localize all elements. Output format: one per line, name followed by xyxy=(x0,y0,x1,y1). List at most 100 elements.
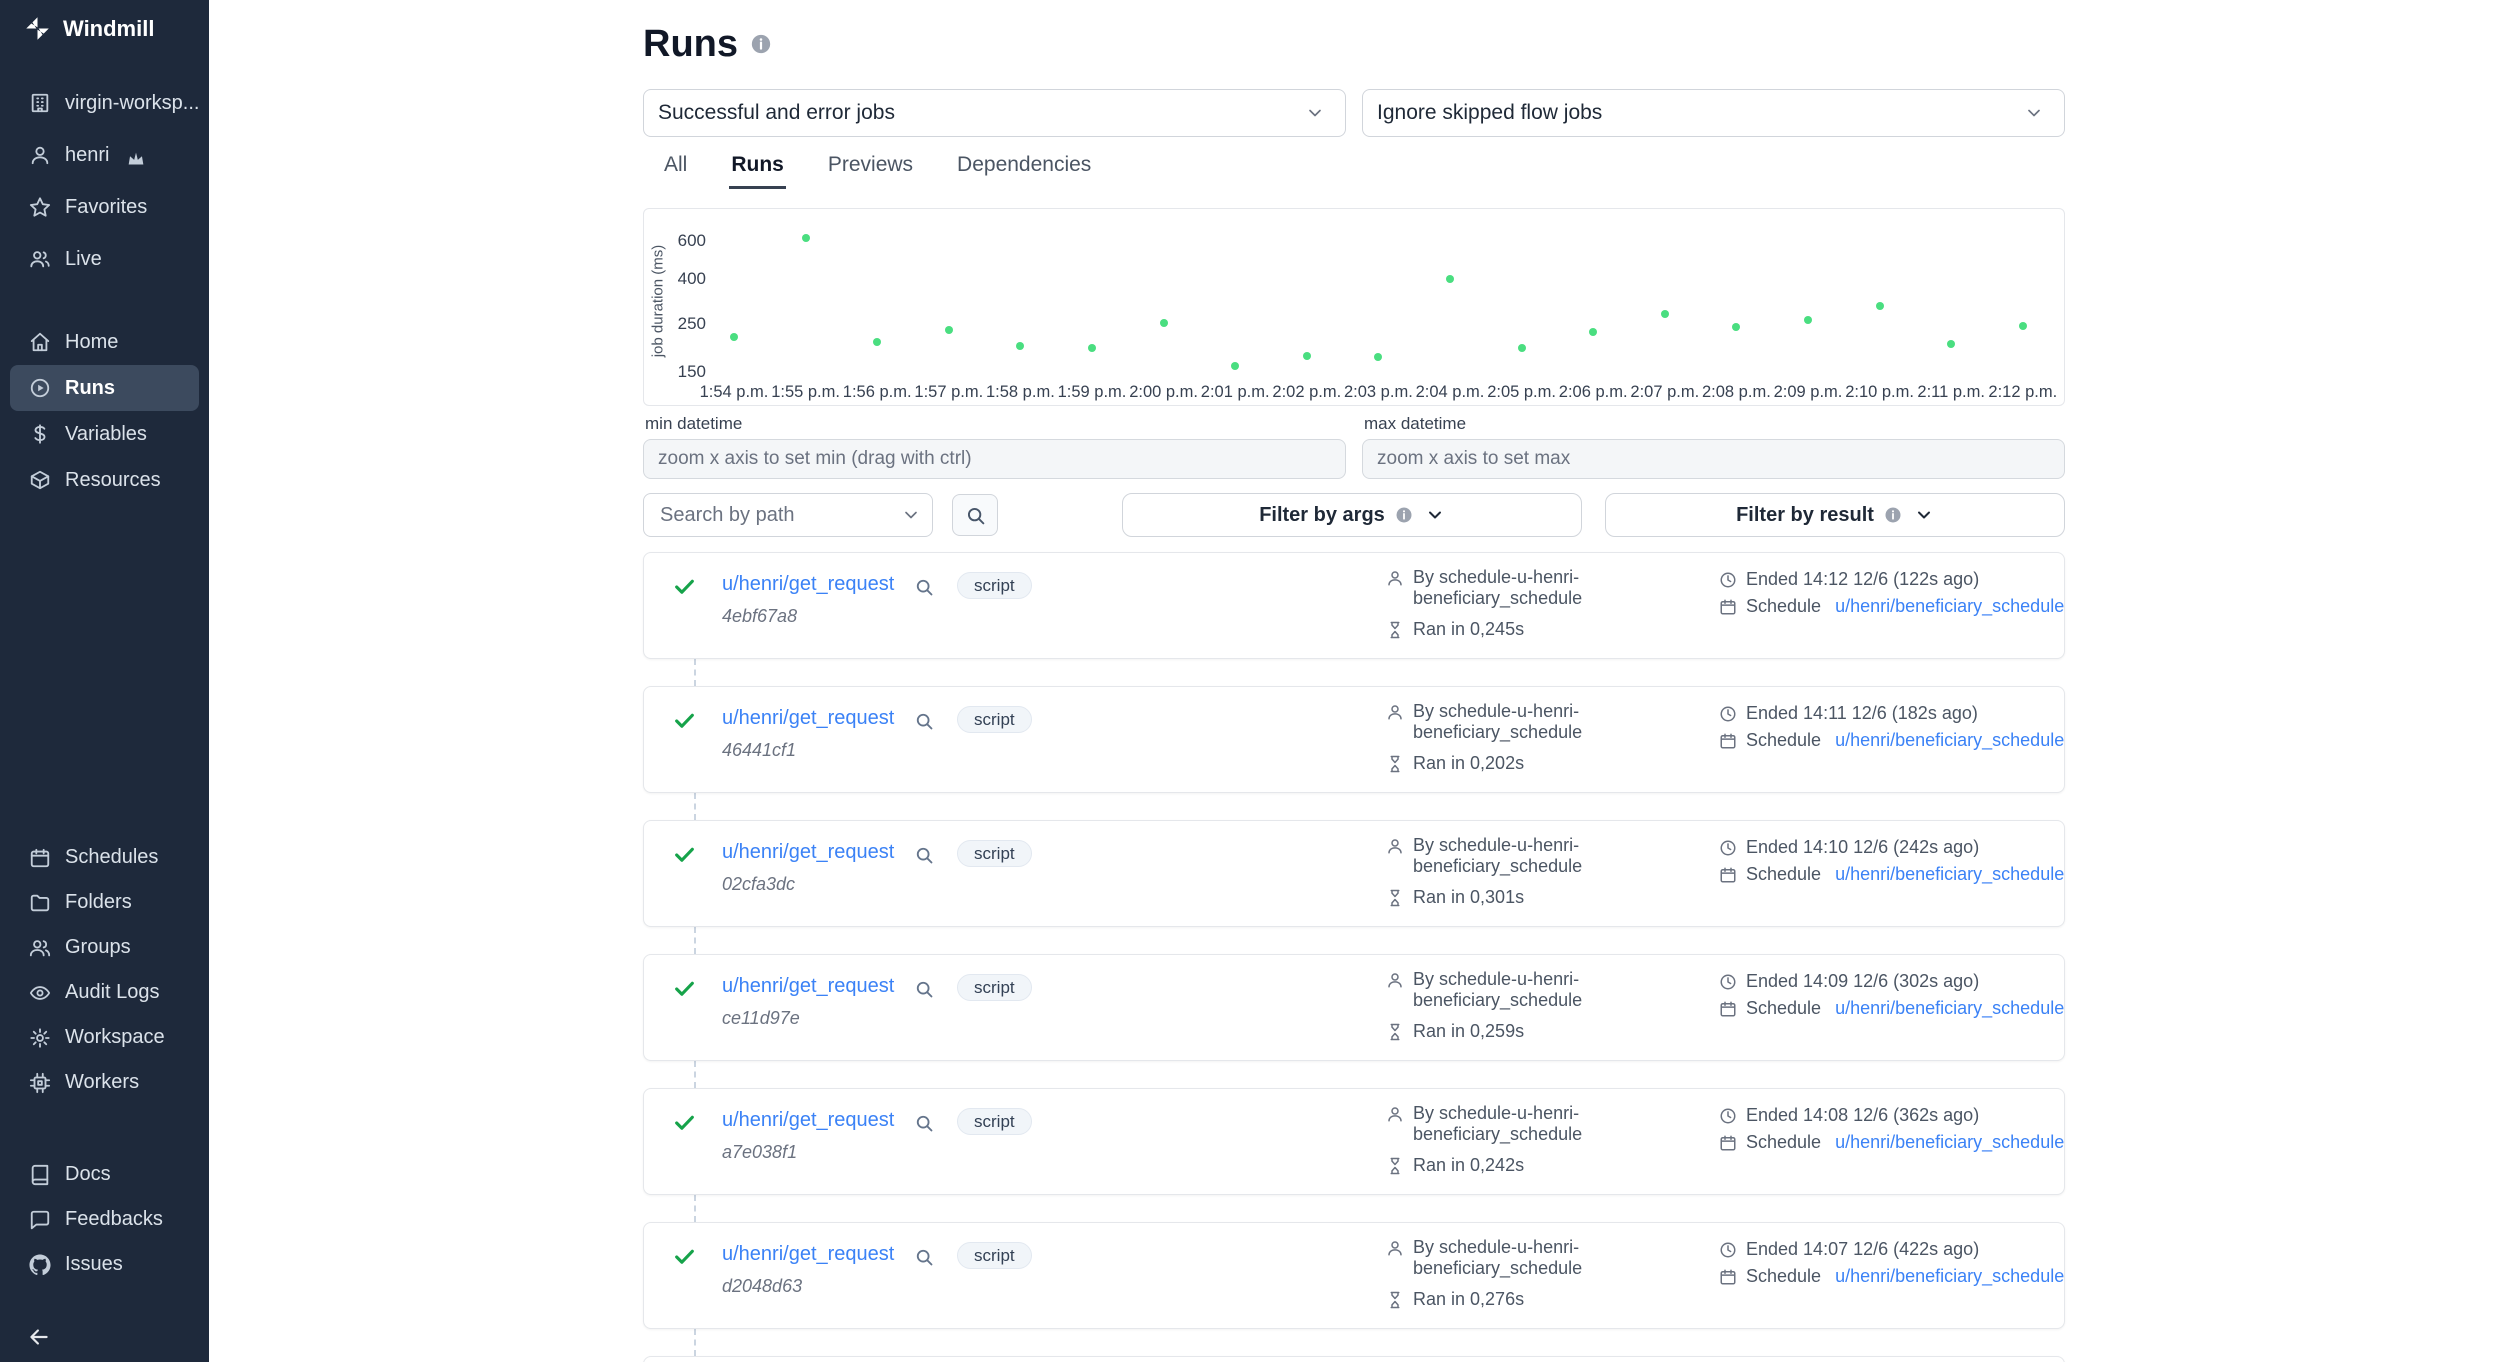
sidebar-item-resources[interactable]: Resources xyxy=(0,457,209,503)
duration-chart[interactable]: job duration (ms) 6004002501501:54 p.m.1… xyxy=(643,208,2065,406)
data-point[interactable] xyxy=(730,333,738,341)
y-tick-label: 150 xyxy=(658,363,706,381)
data-point[interactable] xyxy=(1088,344,1096,352)
workspace-name: virgin-worksp... xyxy=(65,92,199,115)
run-triggered-by: By schedule-u-henri-beneficiary_schedule xyxy=(1413,1237,1609,1279)
tab-all[interactable]: All xyxy=(662,147,689,189)
x-tick-label: 1:55 p.m. xyxy=(766,383,846,402)
sidebar-item-variables[interactable]: Variables xyxy=(0,411,209,457)
user-menu[interactable]: henri xyxy=(0,129,209,181)
min-datetime-input[interactable] xyxy=(643,439,1346,479)
x-tick-label: 1:59 p.m. xyxy=(1052,383,1132,402)
tab-previews[interactable]: Previews xyxy=(826,147,915,189)
run-schedule-link[interactable]: u/henri/beneficiary_schedule xyxy=(1835,864,2064,885)
sidebar-item-home[interactable]: Home xyxy=(0,319,209,365)
filter-by-result-button[interactable]: Filter by result xyxy=(1605,493,2065,537)
run-path-link[interactable]: u/henri/get_request xyxy=(722,573,894,596)
sidebar-item-runs[interactable]: Runs xyxy=(10,365,199,411)
data-point[interactable] xyxy=(1947,340,1955,348)
sidebar-item-feedbacks[interactable]: Feedbacks xyxy=(0,1197,209,1242)
sidebar-item-favorites[interactable]: Favorites xyxy=(0,181,209,233)
run-time-info: Ended 14:12 12/6 (122s ago) Schedule u/h… xyxy=(1719,569,2064,617)
run-card[interactable]: u/henri/get_request script a7e038f1 By s… xyxy=(643,1088,2065,1195)
success-check-icon xyxy=(672,1244,697,1269)
users-icon xyxy=(29,248,51,270)
data-point[interactable] xyxy=(1804,316,1812,324)
sidebar-item-workspace[interactable]: Workspace xyxy=(0,1015,209,1060)
run-path-link[interactable]: u/henri/get_request xyxy=(722,707,894,730)
sidebar-item-docs[interactable]: Docs xyxy=(0,1152,209,1197)
run-schedule-link[interactable]: u/henri/beneficiary_schedule xyxy=(1835,596,2064,617)
data-point[interactable] xyxy=(1016,342,1024,350)
collapse-sidebar-button[interactable] xyxy=(26,1324,54,1352)
sidebar-item-label: Audit Logs xyxy=(65,981,160,1004)
data-point[interactable] xyxy=(1518,344,1526,352)
min-datetime-label: min datetime xyxy=(645,414,1346,434)
run-schedule-link[interactable]: u/henri/beneficiary_schedule xyxy=(1835,730,2064,751)
data-point[interactable] xyxy=(1374,353,1382,361)
search-icon[interactable] xyxy=(914,1247,934,1267)
run-card[interactable]: u/henri/get_request script 46441cf1 By s… xyxy=(643,686,2065,793)
data-point[interactable] xyxy=(1876,302,1884,310)
run-schedule-label: Schedule xyxy=(1746,730,1821,751)
run-schedule-link[interactable]: u/henri/beneficiary_schedule xyxy=(1835,998,2064,1019)
search-icon[interactable] xyxy=(914,1113,934,1133)
run-card[interactable]: u/henri/get_request script By schedule-u… xyxy=(643,1356,2065,1362)
run-time-info: Ended 14:08 12/6 (362s ago) Schedule u/h… xyxy=(1719,1105,2064,1153)
data-point[interactable] xyxy=(873,338,881,346)
run-path-link[interactable]: u/henri/get_request xyxy=(722,1243,894,1266)
sidebar-item-audit-logs[interactable]: Audit Logs xyxy=(0,970,209,1015)
sidebar-item-schedules[interactable]: Schedules xyxy=(0,835,209,880)
data-point[interactable] xyxy=(1732,323,1740,331)
search-icon[interactable] xyxy=(914,577,934,597)
filter-by-args-button[interactable]: Filter by args xyxy=(1122,493,1582,537)
x-tick-label: 2:08 p.m. xyxy=(1696,383,1776,402)
tab-dependencies[interactable]: Dependencies xyxy=(955,147,1093,189)
sidebar-item-live[interactable]: Live xyxy=(0,233,209,285)
run-duration: Ran in 0,259s xyxy=(1413,1021,1524,1042)
data-point[interactable] xyxy=(802,234,810,242)
calendar-icon xyxy=(1719,732,1737,750)
run-schedule-link[interactable]: u/henri/beneficiary_schedule xyxy=(1835,1266,2064,1287)
sidebar-item-folders[interactable]: Folders xyxy=(0,880,209,925)
run-card[interactable]: u/henri/get_request script 4ebf67a8 By s… xyxy=(643,552,2065,659)
run-duration: Ran in 0,245s xyxy=(1413,619,1524,640)
job-status-select[interactable]: Successful and error jobs xyxy=(643,89,1346,137)
data-point[interactable] xyxy=(1589,328,1597,336)
sidebar-item-workers[interactable]: Workers xyxy=(0,1060,209,1105)
max-datetime-input[interactable] xyxy=(1362,439,2065,479)
sidebar-item-label: Variables xyxy=(65,423,147,446)
app-logo[interactable]: Windmill xyxy=(0,0,209,57)
search-path-input[interactable] xyxy=(643,493,933,537)
run-ended: Ended 14:12 12/6 (122s ago) xyxy=(1746,569,1979,590)
search-icon[interactable] xyxy=(914,845,934,865)
run-kind-badge: script xyxy=(957,706,1032,733)
search-icon[interactable] xyxy=(914,711,934,731)
run-path-link[interactable]: u/henri/get_request xyxy=(722,841,894,864)
search-icon[interactable] xyxy=(914,979,934,999)
data-point[interactable] xyxy=(1661,310,1669,318)
tab-runs[interactable]: Runs xyxy=(729,147,786,189)
run-connector xyxy=(694,793,696,820)
search-button[interactable] xyxy=(952,494,998,536)
data-point[interactable] xyxy=(1446,275,1454,283)
calendar-icon xyxy=(1719,598,1737,616)
run-path-link[interactable]: u/henri/get_request xyxy=(722,1109,894,1132)
sidebar-item-issues[interactable]: Issues xyxy=(0,1242,209,1287)
sidebar-item-groups[interactable]: Groups xyxy=(0,925,209,970)
run-card[interactable]: u/henri/get_request script d2048d63 By s… xyxy=(643,1222,2065,1329)
top-filters: Successful and error jobs Ignore skipped… xyxy=(643,89,2065,137)
skipped-jobs-select[interactable]: Ignore skipped flow jobs xyxy=(1362,89,2065,137)
data-point[interactable] xyxy=(2019,322,2027,330)
data-point[interactable] xyxy=(945,326,953,334)
run-id: 4ebf67a8 xyxy=(722,606,797,627)
run-schedule-link[interactable]: u/henri/beneficiary_schedule xyxy=(1835,1132,2064,1153)
info-icon[interactable] xyxy=(750,33,772,55)
run-path-link[interactable]: u/henri/get_request xyxy=(722,975,894,998)
workspace-selector[interactable]: virgin-worksp... xyxy=(0,77,209,129)
data-point[interactable] xyxy=(1231,362,1239,370)
run-card[interactable]: u/henri/get_request script 02cfa3dc By s… xyxy=(643,820,2065,927)
data-point[interactable] xyxy=(1303,352,1311,360)
run-card[interactable]: u/henri/get_request script ce11d97e By s… xyxy=(643,954,2065,1061)
data-point[interactable] xyxy=(1160,319,1168,327)
